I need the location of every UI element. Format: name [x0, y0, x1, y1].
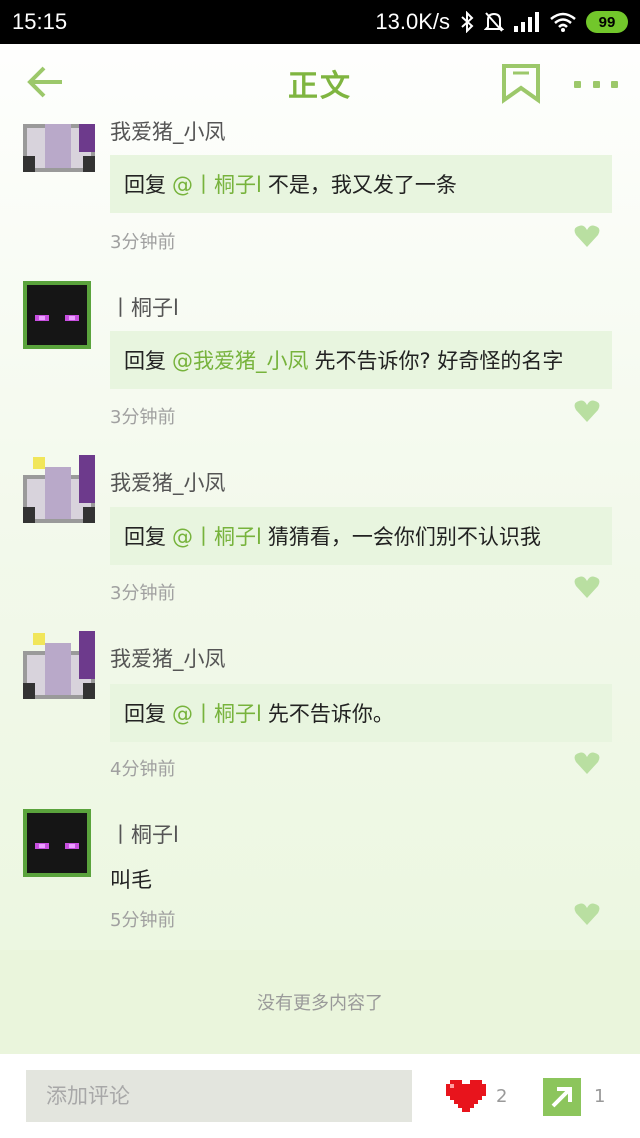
bluetooth-icon — [460, 11, 474, 33]
share-arrow-icon — [551, 1087, 572, 1108]
comment-time: 3分钟前 — [110, 583, 176, 604]
bookmark-icon — [502, 64, 540, 104]
heart-icon — [574, 752, 600, 774]
reply-prefix: 回复 — [124, 702, 166, 726]
back-arrow-icon — [27, 66, 62, 98]
back-button[interactable] — [26, 62, 66, 102]
heart-icon — [574, 400, 600, 422]
like-button[interactable] — [574, 902, 600, 926]
reply-text: 先不告诉你。 — [267, 702, 394, 726]
more-icon — [574, 80, 581, 88]
mute-icon — [484, 11, 504, 33]
comment-reply-box: 回复 @丨桐子l 不是，我又发了一条 — [110, 155, 612, 213]
pixel-heart-icon — [446, 1080, 486, 1112]
comment-time: 4分钟前 — [110, 759, 176, 780]
status-right: 13.0K/s 99 — [375, 9, 628, 35]
like-button[interactable] — [574, 575, 600, 599]
battery-icon: 99 — [586, 11, 628, 33]
top-bar: 正文 — [0, 44, 640, 122]
heart-icon — [574, 903, 600, 925]
comment-reply-box: 回复 @丨桐子l 先不告诉你。 — [110, 684, 612, 742]
signal-icon — [514, 12, 540, 32]
enderman-avatar[interactable] — [23, 809, 91, 877]
like-button[interactable] — [574, 751, 600, 775]
wifi-icon — [550, 12, 576, 32]
reply-text: 不是，我又发了一条 — [267, 173, 457, 197]
comment-reply-box: 回复 @丨桐子l 猜猜看，一会你们别不认识我 — [110, 507, 612, 565]
bookmark-button[interactable] — [500, 64, 542, 104]
page-title: 正文 — [288, 69, 352, 104]
like-button[interactable] — [574, 224, 600, 248]
comment-username[interactable]: 我爱猪_小凤 — [110, 467, 226, 497]
reply-mention-link[interactable]: @丨桐子l — [172, 698, 262, 728]
add-comment-input[interactable] — [26, 1070, 412, 1122]
reply-text: 先不告诉你? 好奇怪的名字 — [314, 349, 564, 373]
comment-time: 3分钟前 — [110, 407, 176, 428]
share-button[interactable] — [543, 1078, 581, 1116]
heart-icon — [574, 576, 600, 598]
enderman-avatar[interactable] — [23, 281, 91, 349]
pig-avatar[interactable] — [23, 104, 95, 172]
comment-reply-box: 回复 @我爱猪_小凤 先不告诉你? 好奇怪的名字 — [110, 331, 612, 389]
reply-prefix: 回复 — [124, 349, 166, 373]
comment-time: 3分钟前 — [110, 232, 176, 253]
reply-text: 猜猜看，一会你们别不认识我 — [267, 525, 541, 549]
reply-prefix: 回复 — [124, 173, 166, 197]
heart-icon — [574, 225, 600, 247]
comment-username[interactable]: 我爱猪_小凤 — [110, 643, 226, 673]
end-of-list: 没有更多内容了 — [0, 950, 640, 1054]
reply-mention-link[interactable]: @丨桐子l — [172, 169, 262, 199]
comment-username[interactable]: 丨桐子l — [110, 292, 179, 322]
likes-count: 2 — [496, 1086, 508, 1107]
comment-username[interactable]: 丨桐子l — [110, 819, 179, 849]
status-bar: 15:15 13.0K/s 99 — [0, 0, 640, 44]
comment-time: 5分钟前 — [110, 910, 176, 931]
end-message: 没有更多内容了 — [257, 993, 383, 1014]
reply-mention-link[interactable]: @我爱猪_小凤 — [172, 345, 309, 375]
comment-text: 叫毛 — [110, 868, 152, 892]
like-post-button[interactable] — [446, 1076, 486, 1116]
pig-avatar[interactable] — [23, 631, 95, 699]
network-speed: 13.0K/s — [375, 9, 450, 34]
comment-username[interactable]: 我爱猪_小凤 — [110, 116, 226, 146]
more-button[interactable] — [574, 64, 618, 104]
reply-mention-link[interactable]: @丨桐子l — [172, 521, 262, 551]
bottom-bar: 2 1 — [0, 1054, 640, 1138]
pig-avatar[interactable] — [23, 455, 95, 523]
reply-prefix: 回复 — [124, 525, 166, 549]
share-count: 1 — [594, 1086, 606, 1107]
status-time: 15:15 — [12, 9, 68, 34]
like-button[interactable] — [574, 399, 600, 423]
